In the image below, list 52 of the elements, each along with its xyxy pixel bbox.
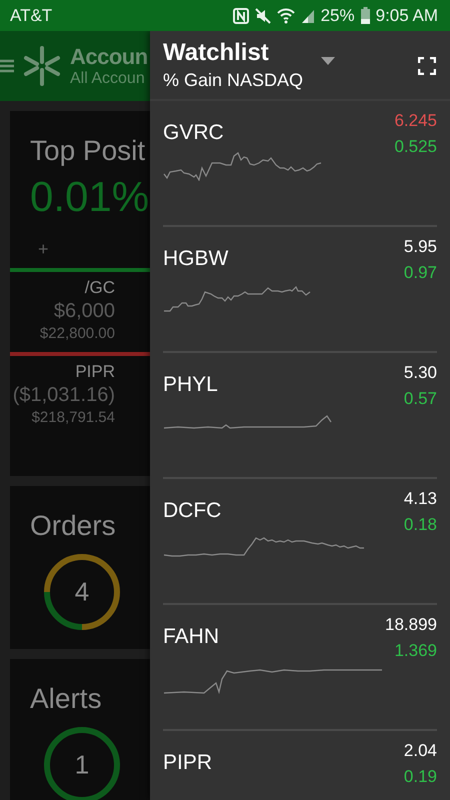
position-symbol: /GC <box>84 278 115 298</box>
stock-symbol: HGBW <box>163 247 228 272</box>
stock-price: 18.899 <box>385 615 437 635</box>
position-value: ($1,031.16) <box>12 384 115 407</box>
price-change: 0.97 <box>404 263 437 283</box>
signal-icon <box>300 8 315 24</box>
stock-symbol: FAHN <box>163 625 220 650</box>
menu-icon <box>0 59 14 73</box>
app-subtitle: All Accoun <box>70 70 145 88</box>
drawer-title: Watchlist <box>163 39 270 67</box>
gain-percent: 0.01% <box>30 173 150 221</box>
alerts-count: 1 <box>74 750 90 780</box>
battery-level: 25% <box>320 6 355 26</box>
clock: 9:05 AM <box>376 6 438 26</box>
stock-price: 6.245 <box>394 111 437 131</box>
logo-icon <box>22 44 62 88</box>
watchlist-row[interactable]: FAHN 18.899 1.369 <box>163 605 437 731</box>
position-value: $6,000 <box>54 300 115 323</box>
stock-symbol: GVRC <box>163 121 224 146</box>
stock-price: 5.30 <box>404 363 437 383</box>
stock-symbol: PHYL <box>163 373 218 398</box>
fullscreen-icon[interactable] <box>418 57 436 75</box>
price-change: 0.18 <box>404 515 437 535</box>
stock-symbol: DCFC <box>163 499 222 524</box>
position-total: $218,791.54 <box>32 409 115 426</box>
stock-symbol: PIPR <box>163 751 212 776</box>
stock-price: 4.13 <box>404 489 437 509</box>
mute-icon <box>254 8 271 24</box>
wifi-icon <box>276 8 295 24</box>
watchlist-row[interactable]: DCFC 4.13 0.18 <box>163 479 437 605</box>
card-title: Orders <box>30 510 116 542</box>
watchlist-row[interactable]: GVRC 6.245 0.525 <box>163 101 437 227</box>
watchlist-row[interactable]: PIPR 2.04 0.19 <box>163 731 437 800</box>
price-change: 0.19 <box>404 767 437 787</box>
app-title: Accoun <box>70 44 148 70</box>
battery-icon <box>360 7 370 24</box>
price-change: 0.525 <box>394 137 437 157</box>
price-change: 0.57 <box>404 389 437 409</box>
card-title: Alerts <box>30 683 102 715</box>
stock-price: 2.04 <box>404 741 437 761</box>
card-title: Top Posit <box>30 135 146 167</box>
nfc-icon <box>232 8 249 24</box>
orders-count: 4 <box>74 576 90 608</box>
dropdown-caret-icon <box>321 57 336 65</box>
watchlist-selector[interactable]: % Gain NASDAQ <box>163 70 304 91</box>
watchlist-row[interactable]: PHYL 5.30 0.57 <box>163 353 437 479</box>
price-change: 1.369 <box>394 641 437 661</box>
stock-price: 5.95 <box>404 237 437 257</box>
watchlist-row[interactable]: HGBW 5.95 0.97 <box>163 227 437 353</box>
carrier: AT&T <box>10 6 52 26</box>
position-total: $22,800.00 <box>40 325 115 342</box>
position-symbol: PIPR <box>75 362 115 382</box>
